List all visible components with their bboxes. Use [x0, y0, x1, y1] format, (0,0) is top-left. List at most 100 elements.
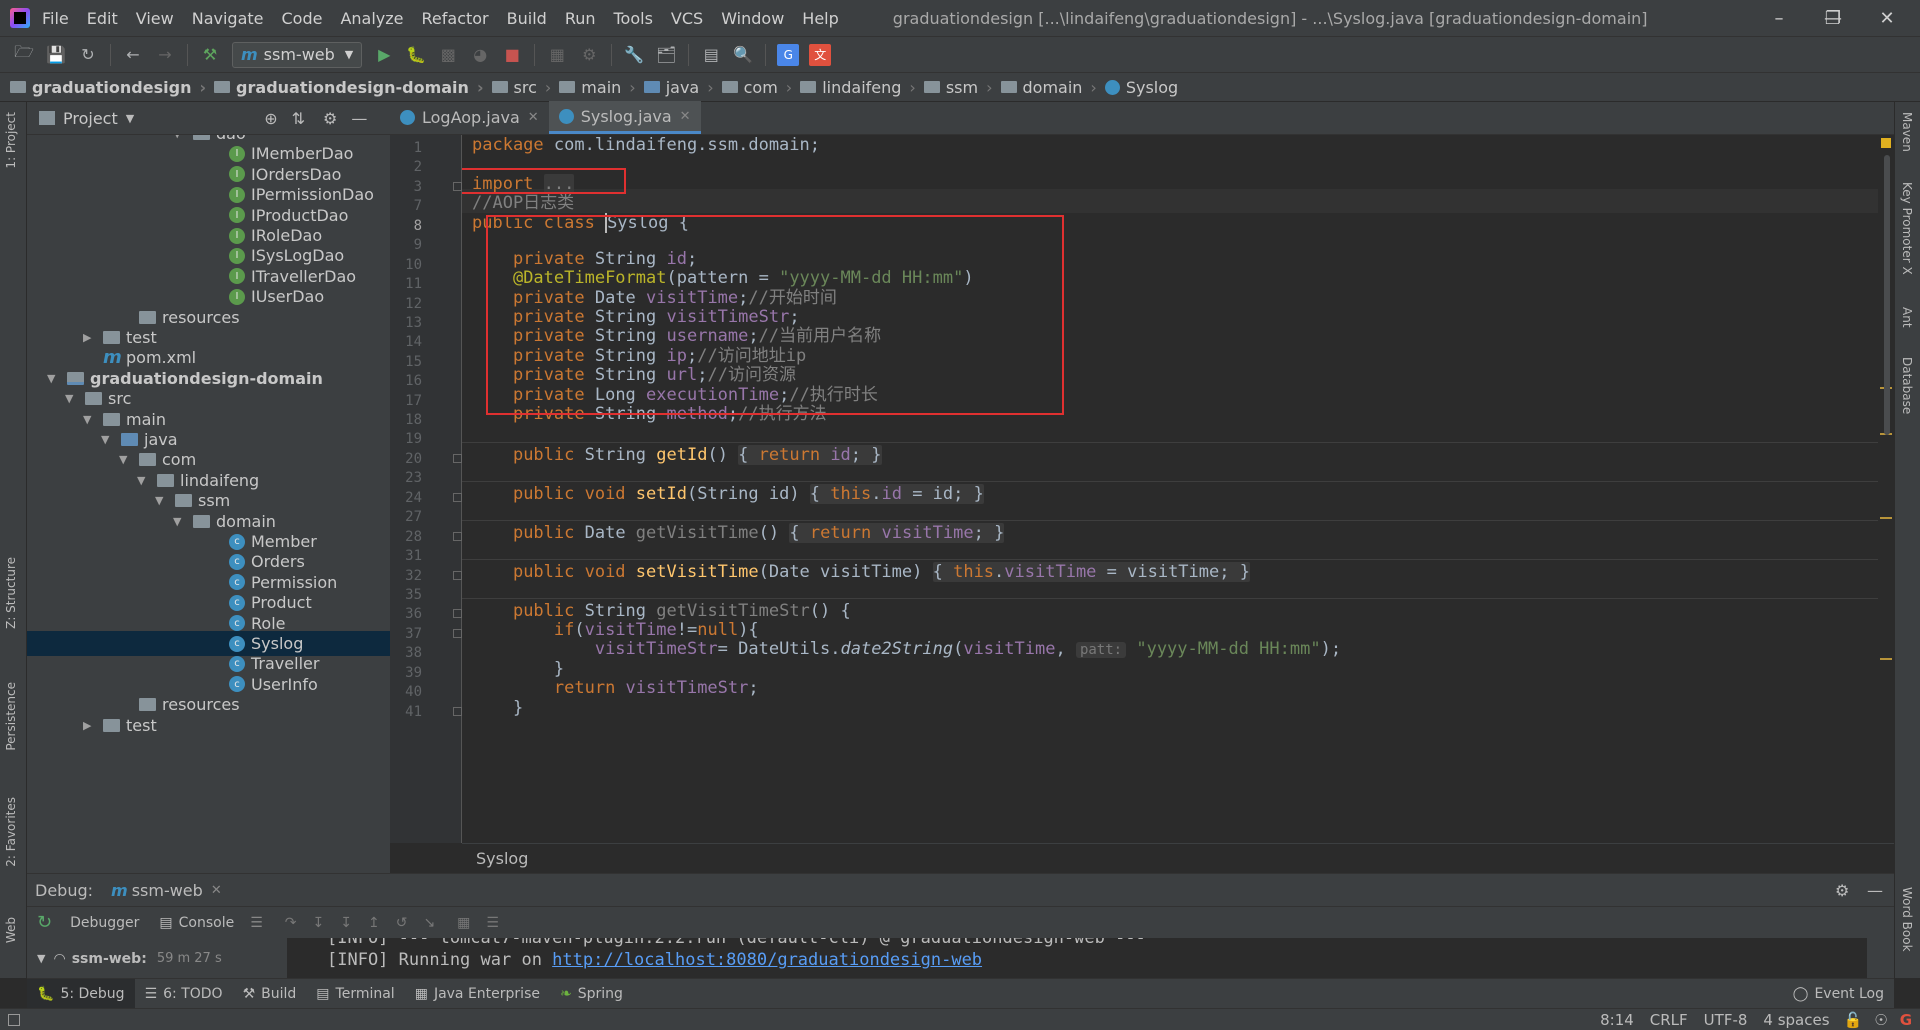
tool-build[interactable]: ⚒ Build: [233, 979, 307, 1009]
breadcrumb-item[interactable]: graduationdesign ›: [10, 78, 214, 97]
sync-icon[interactable]: ↻: [77, 44, 99, 66]
menu-window[interactable]: Window: [721, 9, 784, 28]
tab-console[interactable]: Console: [179, 915, 235, 931]
line-separator[interactable]: CRLF: [1650, 1011, 1688, 1029]
menu-build[interactable]: Build: [507, 9, 547, 28]
expand-arrow-icon[interactable]: ▼: [155, 494, 167, 507]
expand-arrow-icon[interactable]: ▼: [173, 515, 185, 528]
project-view-select[interactable]: Project: [63, 109, 118, 128]
breadcrumb-item[interactable]: domain ›: [1000, 78, 1105, 97]
scroll-thumb[interactable]: [1884, 155, 1890, 435]
translate-alt-icon[interactable]: 文: [809, 43, 832, 66]
indent-setting[interactable]: 4 spaces: [1763, 1011, 1829, 1029]
force-step-into-icon[interactable]: ↧: [340, 915, 352, 931]
expand-arrow-icon[interactable]: ▼: [173, 135, 185, 140]
close-icon[interactable]: ✕: [528, 110, 539, 125]
collapse-all-icon[interactable]: ⇅: [292, 109, 305, 128]
console-output[interactable]: [INFO] --- tomcat7-maven-plugin:2.2:run …: [287, 938, 1867, 979]
settings-wrench-icon[interactable]: 🔧: [623, 44, 645, 66]
breadcrumb-item[interactable]: graduationdesign-domain ›: [214, 78, 491, 97]
tool-spring[interactable]: ❧ Spring: [550, 979, 633, 1009]
thread-label[interactable]: ssm-web:: [72, 951, 147, 967]
chevron-down-icon[interactable]: ▼: [126, 112, 134, 125]
rerun-icon[interactable]: ↻: [37, 912, 52, 933]
breadcrumb-item[interactable]: Syslog: [1104, 78, 1178, 97]
menu-edit[interactable]: Edit: [87, 9, 118, 28]
menu-run[interactable]: Run: [565, 9, 596, 28]
tab-syslog[interactable]: Syslog.java ✕: [548, 101, 701, 134]
tab-favorites[interactable]: 2: Favorites: [4, 797, 18, 867]
editor-scrollbar[interactable]: [1878, 135, 1894, 843]
server-url-link[interactable]: http://localhost:8080/graduationdesign-w…: [552, 950, 982, 970]
structure-crumb[interactable]: Syslog: [476, 849, 528, 868]
close-icon[interactable]: ✕: [680, 109, 691, 124]
tool-event-log[interactable]: ◯ Event Log: [1783, 979, 1894, 1009]
file-encoding[interactable]: UTF-8: [1704, 1011, 1748, 1029]
tab-web[interactable]: Web: [4, 917, 18, 943]
fold-marker-icon[interactable]: [453, 609, 462, 618]
tab-debugger[interactable]: Debugger: [70, 915, 139, 931]
tab-persistence[interactable]: Persistence: [4, 682, 18, 751]
code-editor[interactable]: package com.lindaifeng.ssm.domain; impor…: [462, 135, 1878, 843]
menu-refactor[interactable]: Refactor: [422, 9, 489, 28]
restore-button[interactable]: ❐: [1806, 0, 1860, 36]
tool-todo[interactable]: ☰ 6: TODO: [135, 979, 233, 1009]
breadcrumb-item[interactable]: src ›: [491, 78, 560, 97]
tab-key-promoter[interactable]: Key Promoter X: [1900, 182, 1914, 275]
menu-help[interactable]: Help: [802, 9, 838, 28]
back-icon[interactable]: ←: [122, 44, 144, 66]
menu-analyze[interactable]: Analyze: [340, 9, 403, 28]
breadcrumb-item[interactable]: java ›: [643, 78, 722, 97]
terminal-icon[interactable]: ▤: [700, 44, 722, 66]
expand-arrow-icon[interactable]: ▼: [137, 474, 149, 487]
step-out-icon[interactable]: ↥: [368, 915, 380, 931]
breadcrumb-item[interactable]: lindaifeng ›: [800, 78, 924, 97]
expand-arrow-icon[interactable]: ▼: [101, 433, 113, 446]
translate-icon[interactable]: G: [777, 43, 800, 66]
tab-structure[interactable]: Z: Structure: [4, 557, 18, 629]
menu-tools[interactable]: Tools: [614, 9, 653, 28]
run-icon[interactable]: ▶: [373, 44, 395, 66]
breadcrumb-item[interactable]: com ›: [721, 78, 801, 97]
minimize-icon[interactable]: –: [1752, 0, 1806, 36]
fold-marker-icon[interactable]: [453, 454, 462, 463]
run-to-cursor-icon[interactable]: ↘: [423, 915, 435, 931]
forward-icon[interactable]: →: [154, 44, 176, 66]
tab-ant[interactable]: Ant: [1900, 307, 1914, 328]
attach-icon[interactable]: ⚙: [578, 44, 600, 66]
fold-marker-icon[interactable]: [453, 707, 462, 716]
expand-arrow-icon[interactable]: ▼: [65, 392, 77, 405]
fold-marker-icon[interactable]: [453, 571, 462, 580]
expand-arrow-icon[interactable]: ▼: [119, 453, 131, 466]
trace-icon[interactable]: ☰: [486, 915, 499, 931]
collapse-arrow-icon[interactable]: ▶: [83, 331, 95, 344]
fold-marker-icon[interactable]: [453, 182, 462, 191]
inspector-icon[interactable]: ☉: [1874, 1011, 1887, 1029]
lock-icon[interactable]: 🔓: [1844, 1011, 1863, 1029]
menu-file[interactable]: File: [42, 9, 69, 28]
step-into-icon[interactable]: ↧: [313, 915, 325, 931]
step-over-icon[interactable]: ↷: [285, 915, 297, 931]
profile-icon[interactable]: ◕: [469, 44, 491, 66]
search-icon[interactable]: 🔍: [732, 44, 754, 66]
menu-navigate[interactable]: Navigate: [192, 9, 264, 28]
toggle-tool-windows-icon[interactable]: [8, 1013, 20, 1026]
tab-project[interactable]: 1: Project: [4, 112, 18, 169]
hide-panel-icon[interactable]: —: [1867, 881, 1883, 900]
evaluate-icon[interactable]: ▦: [457, 915, 470, 931]
breadcrumb-item[interactable]: ssm ›: [923, 78, 1001, 97]
debug-session-tab[interactable]: ssm-web: [132, 881, 203, 900]
tab-maven[interactable]: Maven: [1900, 112, 1914, 152]
breadcrumb-item[interactable]: main ›: [559, 78, 643, 97]
fold-marker-icon[interactable]: [453, 532, 462, 541]
fold-marker-icon[interactable]: [453, 493, 462, 502]
gear-icon[interactable]: ⚙: [1835, 881, 1849, 900]
run-config-select[interactable]: m ssm-web ▼: [232, 41, 363, 68]
tool-java-enterprise[interactable]: ▦ Java Enterprise: [405, 979, 550, 1009]
expand-arrow-icon[interactable]: ▼: [83, 413, 95, 426]
menu-icon[interactable]: ☰: [250, 915, 263, 931]
close-button[interactable]: ✕: [1860, 0, 1914, 36]
menu-view[interactable]: View: [136, 9, 174, 28]
update-icon[interactable]: ▦: [546, 44, 568, 66]
caret-position[interactable]: 8:14: [1600, 1011, 1634, 1029]
